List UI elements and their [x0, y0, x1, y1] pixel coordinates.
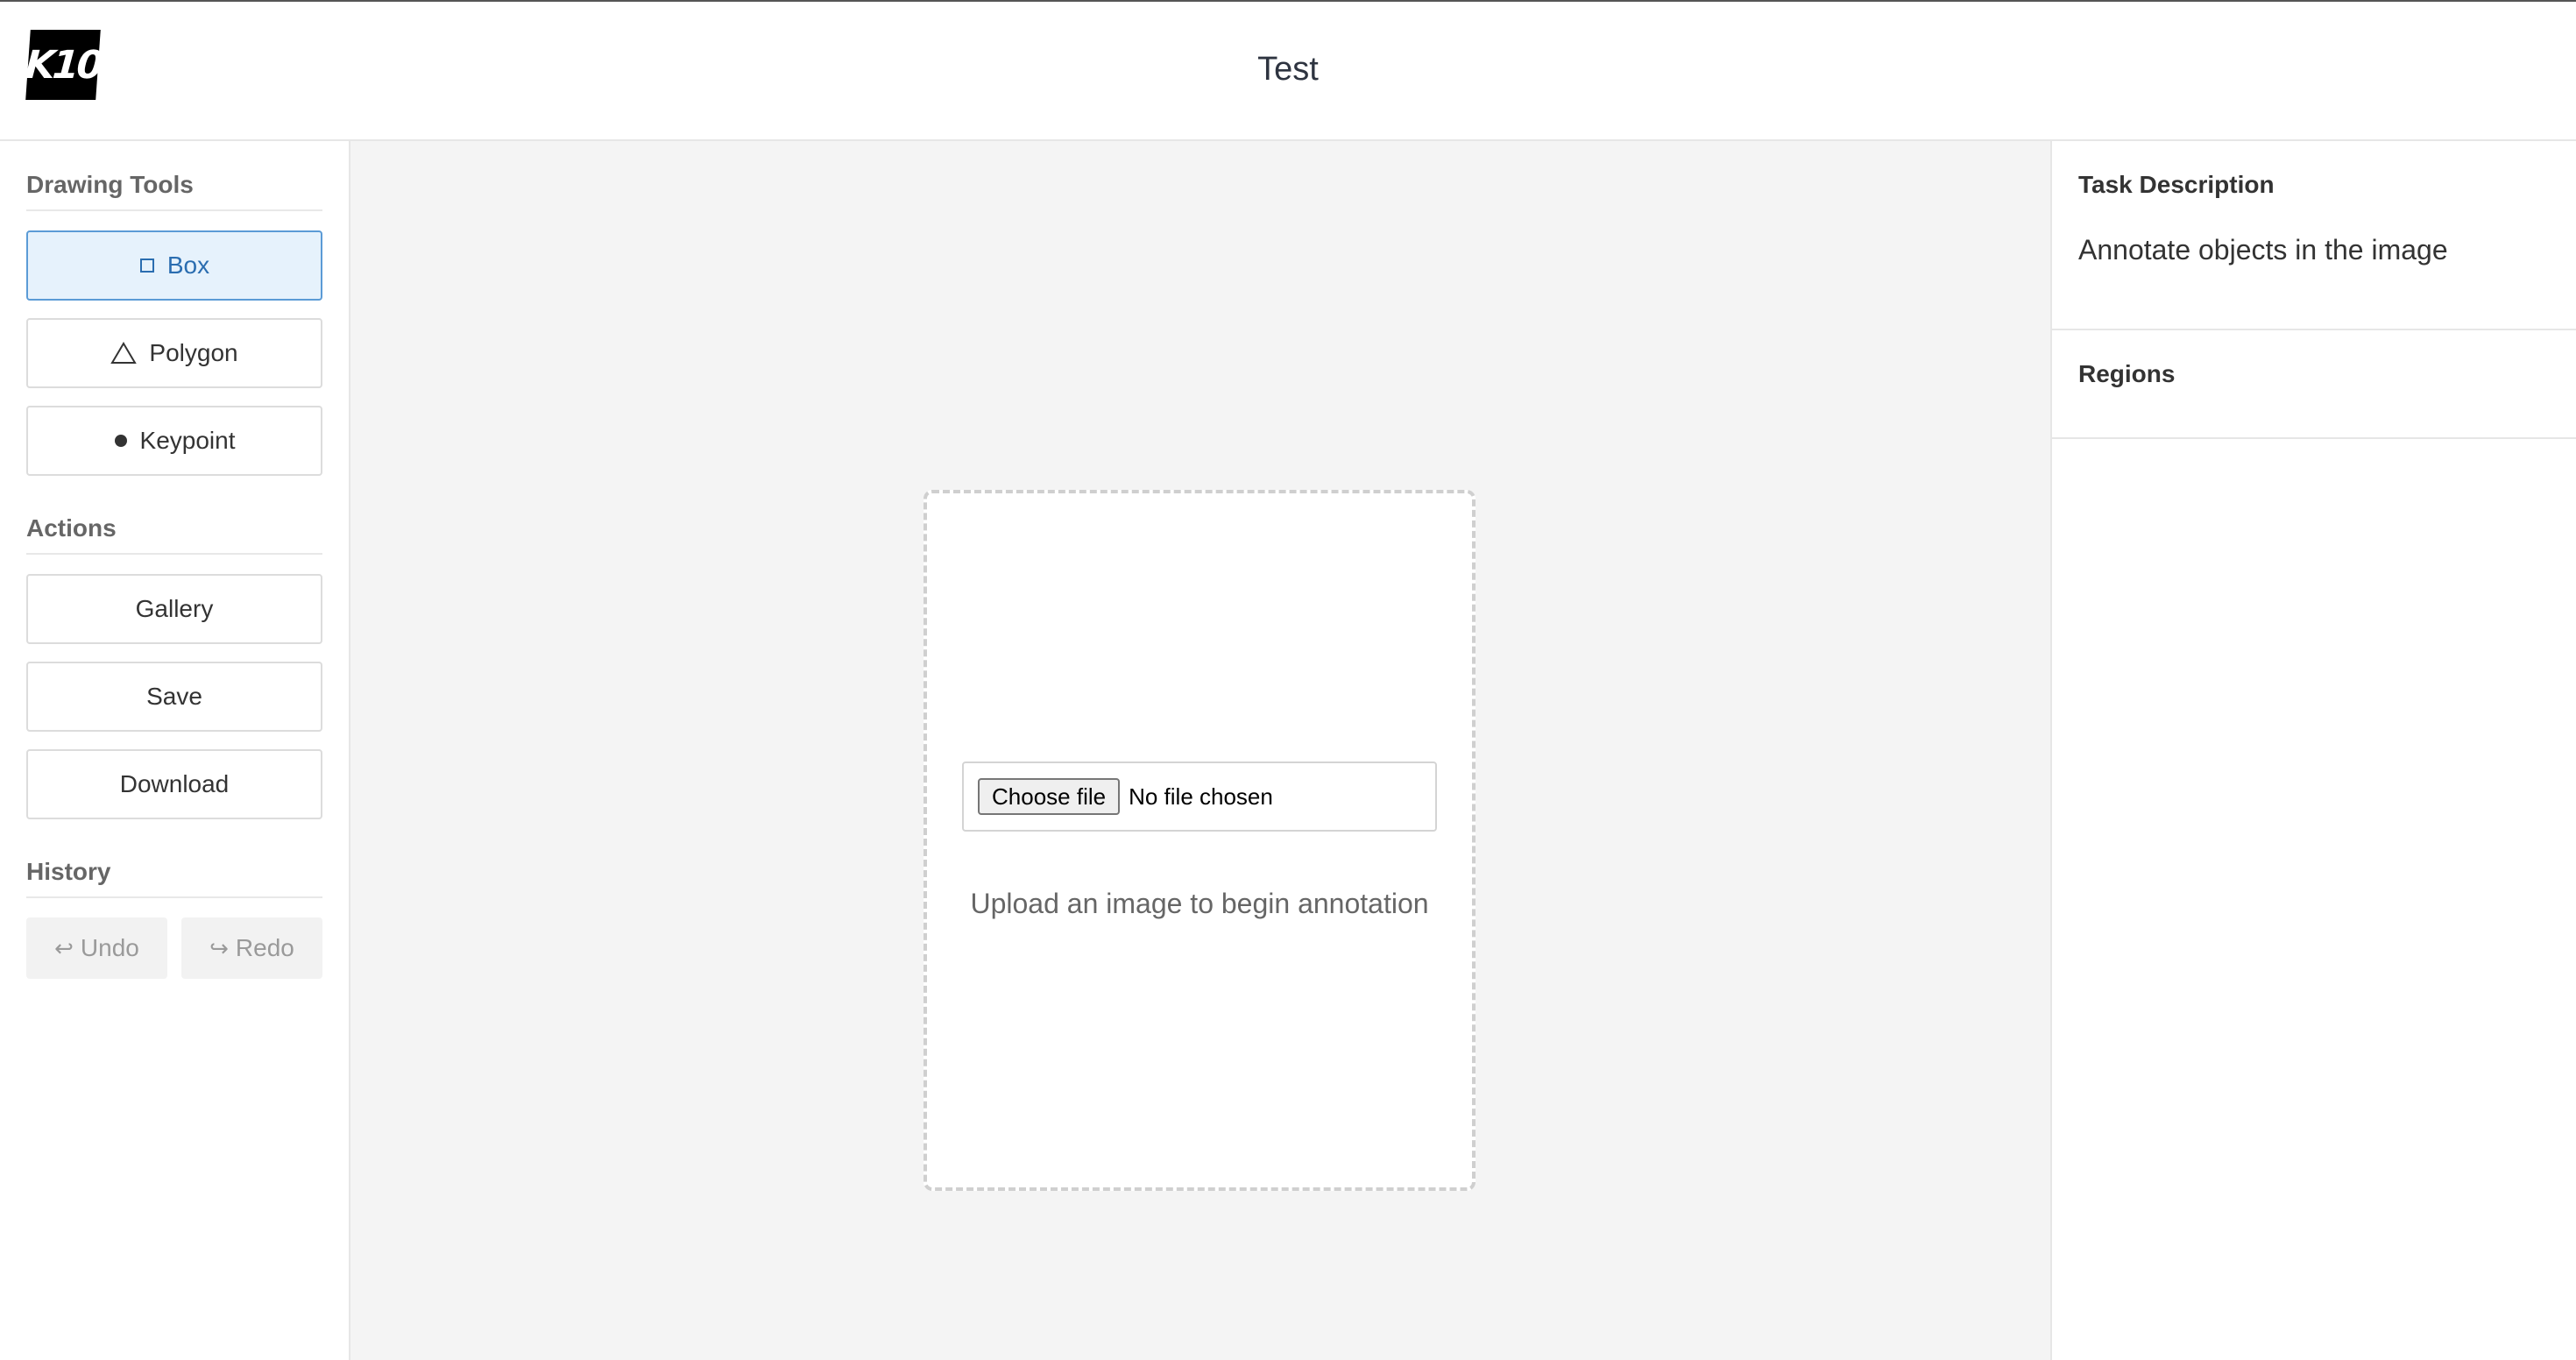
redo-button[interactable]: ↪ Redo [181, 917, 322, 979]
undo-icon: ↩ [54, 934, 74, 961]
file-status-text: No file chosen [1129, 783, 1273, 810]
redo-icon: ↪ [209, 934, 229, 961]
app-header: K10 Test [0, 2, 2576, 141]
redo-label: Redo [235, 934, 294, 961]
history-heading: History [26, 858, 322, 898]
triangle-icon [110, 342, 138, 365]
undo-label: Undo [80, 934, 139, 961]
save-label: Save [146, 683, 202, 710]
keypoint-tool-button[interactable]: Keypoint [26, 406, 322, 476]
save-button[interactable]: Save [26, 662, 322, 732]
polygon-tool-label: Polygon [149, 339, 238, 366]
regions-heading: Regions [2078, 360, 2176, 387]
download-button[interactable]: Download [26, 749, 322, 819]
upload-hint: Upload an image to begin annotation [970, 888, 1429, 919]
drawing-tools-heading: Drawing Tools [26, 171, 322, 211]
gallery-label: Gallery [135, 595, 214, 622]
box-tool-button[interactable]: Box [26, 230, 322, 301]
actions-heading: Actions [26, 514, 322, 555]
keypoint-tool-label: Keypoint [139, 427, 236, 454]
upload-dropzone[interactable]: Choose file No file chosen Upload an ima… [924, 490, 1476, 1191]
polygon-tool-button[interactable]: Polygon [26, 318, 322, 388]
choose-file-button[interactable]: Choose file [978, 778, 1121, 815]
right-panel: Task Description Annotate objects in the… [2050, 141, 2576, 1360]
square-icon [139, 258, 155, 273]
task-description-section: Task Description Annotate objects in the… [2052, 141, 2576, 330]
task-description-text: Annotate objects in the image [2078, 234, 2448, 266]
gallery-button[interactable]: Gallery [26, 574, 322, 644]
left-sidebar: Drawing Tools Box Polygon Keypoint Actio… [0, 141, 350, 1360]
annotation-canvas: Choose file No file chosen Upload an ima… [350, 141, 2050, 1360]
undo-button[interactable]: ↩ Undo [26, 917, 167, 979]
history-controls: ↩ Undo ↪ Redo [26, 917, 322, 979]
dot-icon [114, 434, 128, 448]
download-label: Download [119, 770, 230, 797]
page-title: Test [1257, 51, 1319, 88]
box-tool-label: Box [166, 251, 210, 279]
file-input[interactable]: Choose file No file chosen [962, 761, 1437, 832]
task-description-heading: Task Description [2078, 171, 2275, 198]
regions-section: Regions [2052, 330, 2576, 439]
